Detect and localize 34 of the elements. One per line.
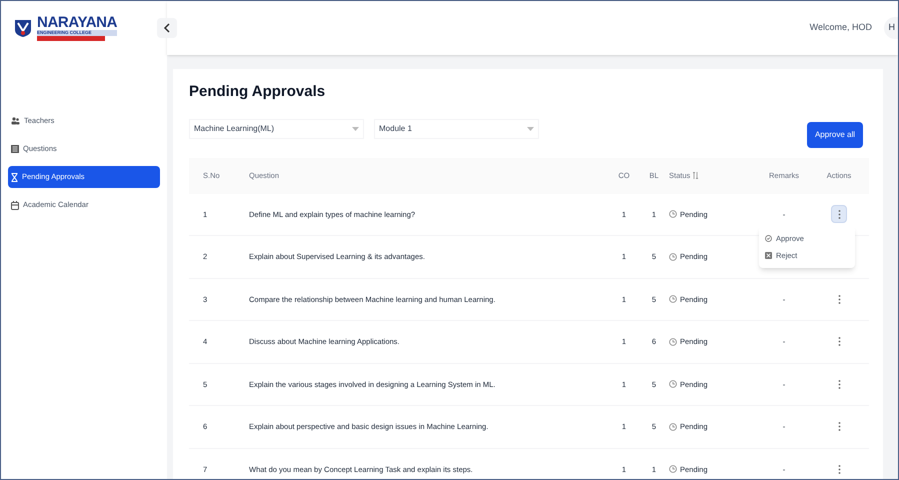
more-actions-button[interactable] [831,205,847,224]
user-avatar[interactable]: H [884,17,898,39]
kebab-icon [838,422,840,432]
logo-strip [37,36,105,41]
kebab-icon [838,464,840,474]
logo-name: NARAYANA [37,15,118,30]
subject-select[interactable]: Machine Learning(ML) [189,118,364,138]
clock-icon [669,422,677,431]
logo-icon [13,18,33,38]
clock-icon [669,465,677,474]
cross-square-icon [765,252,772,259]
clock-icon [669,295,677,304]
clock-icon [669,210,677,218]
module-select[interactable]: Module 1 [374,118,539,138]
kebab-icon [838,294,840,304]
clock-icon [669,252,677,261]
calendar-icon [11,200,19,210]
hourglass-icon [11,172,18,182]
clock-icon [669,338,677,346]
chevron-left-icon [163,23,171,33]
check-circle-icon [765,235,772,242]
clock-icon [669,380,677,388]
collapse-button[interactable] [157,18,177,38]
dropdown-arrow-icon [527,126,534,130]
kebab-icon [838,337,840,346]
welcome-text: Welcome, HOD [810,21,872,34]
list-icon [11,145,19,153]
kebab-icon [838,380,840,389]
people-icon [11,117,20,125]
approve-all-button[interactable]: Approve all [806,122,863,148]
dropdown-arrow-icon [352,126,359,130]
page-title: Pending Approvals [189,82,326,102]
kebab-icon [838,210,840,219]
sort-icon[interactable] [693,172,700,179]
